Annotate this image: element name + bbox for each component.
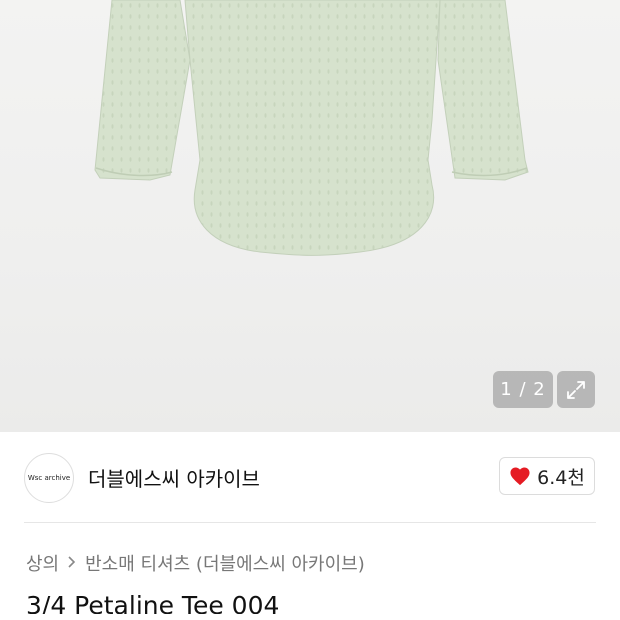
breadcrumb-item-category[interactable]: 상의 <box>26 550 59 576</box>
heart-icon <box>510 467 530 486</box>
product-image <box>94 0 529 256</box>
expand-arrows-icon <box>567 380 585 399</box>
chevron-right-icon <box>67 554 77 573</box>
breadcrumb-item-subcategory[interactable]: 반소매 티셔츠 (더블에스씨 아카이브) <box>85 550 365 576</box>
expand-button[interactable] <box>557 371 595 408</box>
section-divider <box>24 522 596 523</box>
seller-avatar[interactable]: Wsc archive <box>24 453 74 503</box>
seller-avatar-text: Wsc archive <box>27 474 71 482</box>
breadcrumb: 상의 반소매 티셔츠 (더블에스씨 아카이브) <box>26 550 365 576</box>
viewport-bottom-edge <box>0 614 620 620</box>
like-button[interactable]: 6.4천 <box>499 457 595 495</box>
image-counter: 1 / 2 <box>493 371 553 408</box>
product-image-gallery[interactable]: 1 / 2 <box>0 0 620 432</box>
seller-name[interactable]: 더블에스씨 아카이브 <box>88 463 260 492</box>
like-count: 6.4천 <box>537 466 585 489</box>
